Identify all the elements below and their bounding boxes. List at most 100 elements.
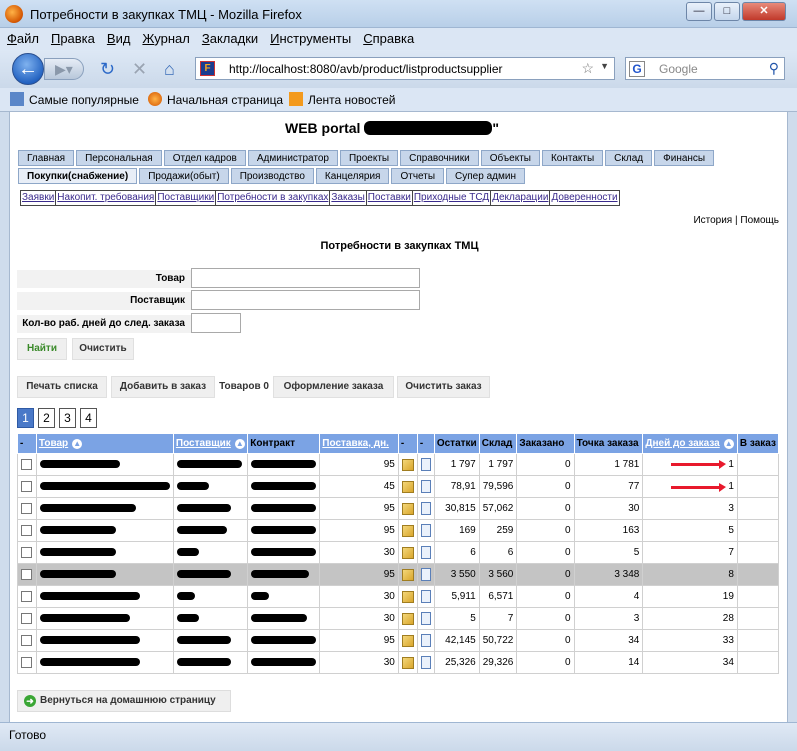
back-button[interactable]: ← [12, 53, 44, 85]
to-order-cell[interactable] [736, 519, 780, 542]
home-icon[interactable]: ⌂ [164, 59, 175, 79]
page-4-button[interactable]: 4 [80, 408, 97, 428]
forward-button[interactable]: ▶▾ [44, 58, 84, 80]
print-list-button[interactable]: Печать списка [17, 376, 107, 398]
row-checkbox[interactable] [21, 524, 32, 536]
bookmark-most-visited[interactable]: Самые популярные [10, 92, 139, 107]
edit-icon[interactable] [401, 634, 414, 647]
menu-history[interactable]: Журнал [135, 28, 194, 46]
to-order-cell[interactable] [736, 585, 780, 608]
edit-icon[interactable] [401, 590, 414, 603]
menu-help[interactable]: Справка [356, 28, 419, 46]
tab-sales[interactable]: Продажи(обыт) [139, 168, 229, 184]
row-checkbox[interactable] [21, 546, 32, 558]
subtab-accum-requirements[interactable]: Накопит. требования [56, 191, 157, 205]
subtab-orders[interactable]: Заказы [330, 191, 367, 205]
edit-icon[interactable] [401, 612, 414, 625]
add-to-order-button[interactable]: Добавить в заказ [111, 376, 215, 398]
subtab-requests[interactable]: Заявки [21, 191, 57, 205]
search-bar[interactable]: G Google ⚲ [625, 57, 785, 80]
subtab-incoming-tsd[interactable]: Приходные ТСД [413, 191, 492, 205]
product-filter-input[interactable] [191, 268, 420, 288]
to-order-cell[interactable] [736, 629, 780, 652]
document-icon[interactable] [420, 546, 431, 559]
sort-supplier-link[interactable]: Поставщик [176, 438, 231, 449]
row-checkbox[interactable] [21, 502, 32, 514]
tab-contacts[interactable]: Контакты [541, 150, 604, 166]
menu-edit[interactable]: Правка [44, 28, 100, 46]
page-2-button[interactable]: 2 [38, 408, 55, 428]
make-order-button[interactable]: Оформление заказа [273, 376, 394, 398]
bookmark-news-feed[interactable]: Лента новостей [289, 92, 396, 107]
tab-references[interactable]: Справочники [400, 150, 479, 166]
subtab-deliveries[interactable]: Поставки [367, 191, 413, 205]
days-filter-input[interactable] [191, 313, 241, 333]
col-product-header[interactable]: Товар ▲ [35, 433, 174, 454]
minimize-button[interactable]: — [686, 2, 712, 21]
edit-icon[interactable] [401, 568, 414, 581]
to-order-cell[interactable] [736, 651, 780, 674]
document-icon[interactable] [420, 590, 431, 603]
google-icon[interactable]: G [629, 61, 645, 77]
menu-bookmarks[interactable]: Закладки [195, 28, 263, 46]
col-days-to-order-header[interactable]: Дней до заказа ▲ [642, 433, 738, 454]
subtab-purchase-needs[interactable]: Потребности в закупках [216, 191, 331, 205]
row-checkbox[interactable] [21, 568, 32, 580]
subtab-powers-of-attorney[interactable]: Доверенности [550, 191, 618, 205]
maximize-button[interactable]: □ [714, 2, 740, 21]
sort-product-link[interactable]: Товар [39, 438, 68, 449]
page-1-button[interactable]: 1 [17, 408, 34, 428]
col-supplier-header[interactable]: Поставщик ▲ [172, 433, 249, 454]
subtab-declarations[interactable]: Декларации [491, 191, 551, 205]
sort-icon[interactable]: ▲ [72, 439, 83, 449]
stop-icon[interactable]: ✕ [132, 59, 147, 79]
bookmark-start-page[interactable]: Начальная страница [148, 92, 283, 107]
to-order-cell[interactable] [736, 541, 780, 564]
document-icon[interactable] [420, 502, 431, 515]
edit-icon[interactable] [401, 656, 414, 669]
document-icon[interactable] [420, 480, 431, 493]
bookmark-star-icon[interactable]: ☆ [581, 60, 594, 77]
edit-icon[interactable] [401, 480, 414, 493]
subtab-suppliers[interactable]: Поставщики [156, 191, 217, 205]
sort-delivery-link[interactable]: Поставка, дн. [322, 438, 389, 449]
sort-icon[interactable]: ▲ [723, 439, 734, 449]
help-link[interactable]: Помощь [740, 215, 779, 226]
clear-filter-button[interactable]: Очистить [72, 338, 134, 360]
edit-icon[interactable] [401, 458, 414, 471]
tab-warehouse[interactable]: Склад [605, 150, 653, 166]
tab-projects[interactable]: Проекты [339, 150, 399, 166]
to-order-cell[interactable] [736, 497, 780, 520]
reload-icon[interactable]: ↻ [100, 59, 115, 79]
history-link[interactable]: История [693, 215, 732, 226]
document-icon[interactable] [420, 524, 431, 537]
row-checkbox[interactable] [21, 634, 32, 646]
edit-icon[interactable] [401, 502, 414, 515]
sort-icon[interactable]: ▲ [234, 439, 245, 449]
tab-main[interactable]: Главная [18, 150, 75, 166]
row-checkbox[interactable] [21, 656, 32, 668]
menu-tools[interactable]: Инструменты [263, 28, 356, 46]
edit-icon[interactable] [401, 524, 414, 537]
tab-finance[interactable]: Финансы [654, 150, 715, 166]
address-bar[interactable]: F http://localhost:8080/avb/product/list… [195, 57, 615, 80]
document-icon[interactable] [420, 612, 431, 625]
clear-order-button[interactable]: Очистить заказ [397, 376, 490, 398]
tab-reports[interactable]: Отчеты [391, 168, 445, 184]
close-button[interactable]: ✕ [742, 2, 786, 21]
row-checkbox[interactable] [21, 612, 32, 624]
edit-icon[interactable] [401, 546, 414, 559]
home-page-button[interactable]: ➜ Вернуться на домашнюю страницу [17, 690, 231, 712]
document-icon[interactable] [420, 656, 431, 669]
row-checkbox[interactable] [21, 458, 32, 470]
to-order-cell[interactable] [736, 475, 780, 498]
tab-objects[interactable]: Объекты [480, 150, 540, 166]
row-checkbox[interactable] [21, 480, 32, 492]
tab-office[interactable]: Канцелярия [315, 168, 390, 184]
page-3-button[interactable]: 3 [59, 408, 76, 428]
document-icon[interactable] [420, 568, 431, 581]
col-delivery-header[interactable]: Поставка, дн. [319, 433, 399, 454]
tab-admin[interactable]: Администратор [247, 150, 338, 166]
tab-production[interactable]: Производство [230, 168, 314, 184]
tab-purchases[interactable]: Покупки(снабжение) [18, 168, 138, 184]
